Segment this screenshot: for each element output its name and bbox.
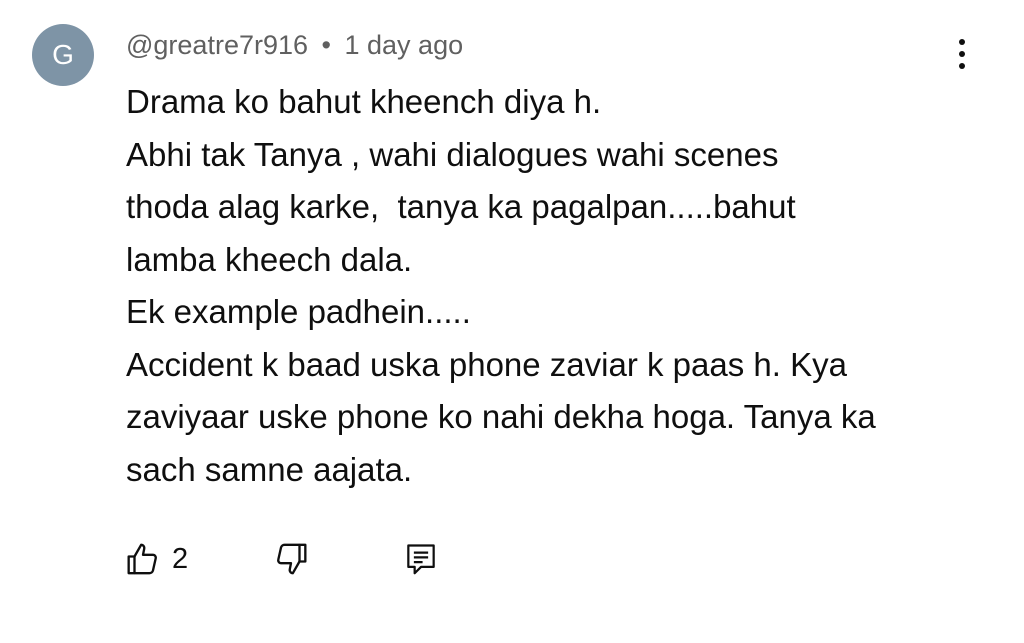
comment-line: lamba kheech dala. [126,240,413,278]
dislike-button[interactable] [272,536,312,582]
comment-reply-icon [407,544,435,575]
comment-line: Ek example padhein..... [126,293,471,330]
meta-separator: • [321,30,331,60]
menu-dot [959,63,965,69]
author-handle[interactable]: @greatre7r916 [126,30,308,60]
menu-dot [959,51,965,57]
comment-line: Abhi tak Tanya , wahi dialogues wahi sce… [126,135,779,173]
like-button[interactable]: 2 [122,536,188,582]
comment-text: Drama ko bahut kheench diya h. Abhi tak … [126,76,986,496]
comment-line: sach samne aajata. [126,450,413,488]
reply-button[interactable] [402,536,440,582]
comment-time[interactable]: 1 day ago [345,30,464,60]
thumb-up-icon [127,543,157,575]
avatar-letter: G [52,39,74,70]
menu-dot [959,39,965,45]
comment-line: Accident k baad uska phone zaviar k paas… [126,345,847,383]
comment-line: thoda alag karke, tanya ka pagalpan.....… [126,188,796,225]
comment: G @greatre7r916 • 1 day ago Drama ko bah… [0,0,1024,643]
thumb-down-icon [277,543,307,575]
more-vert-icon[interactable] [944,32,980,76]
comment-header: @greatre7r916 • 1 day ago [126,26,463,64]
avatar[interactable]: G [32,24,94,86]
comment-line: zaviyaar uske phone ko nahi dekha hoga. … [126,398,876,435]
comment-line: Drama ko bahut kheench diya h. [126,83,602,120]
like-count: 2 [172,542,189,575]
